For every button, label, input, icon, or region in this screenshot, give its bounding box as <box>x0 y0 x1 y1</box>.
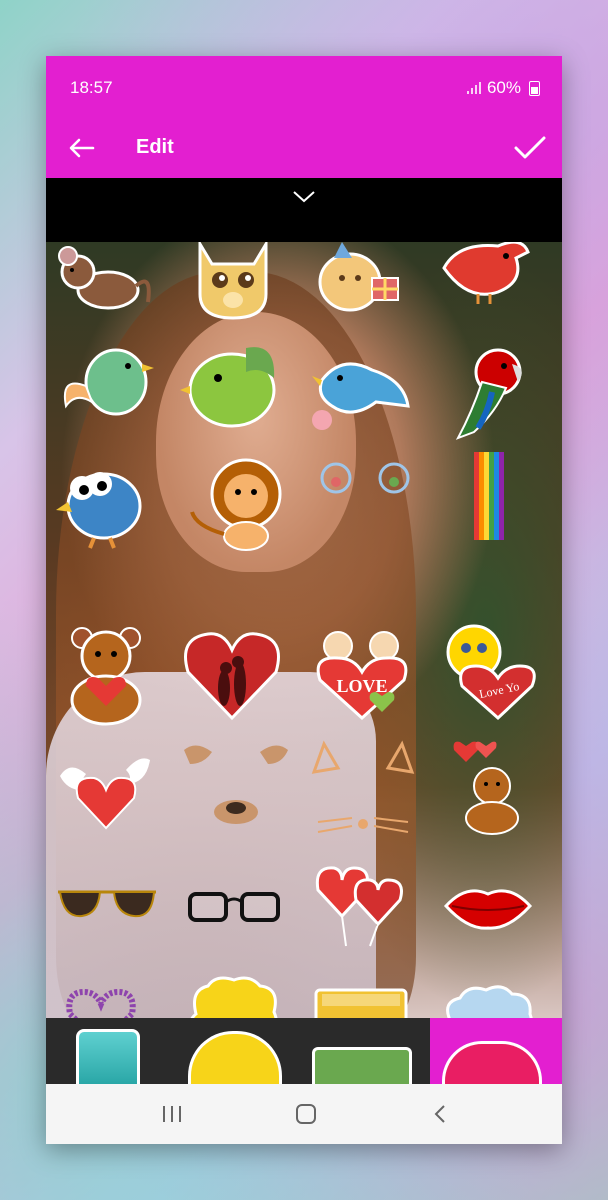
signal-icon <box>466 82 481 94</box>
blue-cartoon-bird-sticker[interactable] <box>54 454 154 550</box>
nav-back-button[interactable] <box>420 1100 460 1128</box>
strip-green-bubble[interactable] <box>312 1047 412 1084</box>
lion-sticker[interactable] <box>186 456 284 554</box>
lime-bird-sticker[interactable] <box>180 338 284 434</box>
eyeglasses-sticker[interactable] <box>186 888 282 928</box>
dog-ears-nose-sticker[interactable] <box>178 742 294 832</box>
back-button[interactable] <box>64 130 100 166</box>
recent-apps-button[interactable] <box>152 1100 192 1128</box>
yellow-comic-bubble-sticker[interactable] <box>186 974 282 1018</box>
yellow-speech-box-sticker[interactable] <box>312 986 410 1018</box>
cat-sticker[interactable] <box>192 242 274 322</box>
phone-screen: 18:57 60% Edit LOVE Love Yo <box>46 56 562 1144</box>
strip-selected-tab[interactable] <box>430 1018 562 1084</box>
back-chevron-icon <box>434 1105 445 1123</box>
emoji-love-heart-sticker[interactable]: Love Yo <box>442 624 536 721</box>
strip-teal-bubble[interactable] <box>76 1029 140 1084</box>
system-nav-bar <box>46 1084 562 1144</box>
status-bar: 18:57 60% <box>46 56 562 118</box>
collapse-panel-bar[interactable] <box>46 178 562 242</box>
teddy-bear-heart-sticker[interactable] <box>62 626 150 726</box>
strip-yellow-bubble[interactable] <box>188 1031 282 1084</box>
heart-couple-sticker[interactable] <box>182 628 282 722</box>
birthday-cat-sticker[interactable] <box>312 242 404 316</box>
page-title: Edit <box>136 136 174 158</box>
home-icon <box>296 1104 316 1124</box>
heart-balloons-sticker[interactable] <box>312 862 410 948</box>
sparkle-ring-sticker[interactable] <box>316 458 356 498</box>
status-time: 18:57 <box>70 78 113 97</box>
recent-apps-icon <box>163 1106 181 1122</box>
home-button[interactable] <box>286 1100 326 1128</box>
toolbar: Edit <box>46 118 562 178</box>
rainbow-sticker[interactable] <box>468 448 510 546</box>
battery-icon <box>529 80 540 96</box>
sunglasses-sticker[interactable] <box>54 884 160 928</box>
battery-percent: 60% <box>486 78 521 97</box>
blue-cloud-bubble-sticker[interactable] <box>440 982 536 1018</box>
arrow-left-icon <box>69 138 95 158</box>
status-indicators: 60% <box>466 78 540 98</box>
confirm-button[interactable] <box>510 128 550 168</box>
cat-ears-whiskers-sticker[interactable] <box>308 740 418 848</box>
lips-sticker[interactable] <box>442 882 534 932</box>
checkmark-icon <box>514 136 546 159</box>
winged-heart-sticker[interactable] <box>56 754 154 830</box>
sticker-picker-strip <box>46 1018 562 1084</box>
red-bird-sticker[interactable] <box>438 242 532 308</box>
strip-pink-bubble <box>442 1041 542 1084</box>
love-kids-sticker[interactable]: LOVE <box>312 626 412 721</box>
chevron-down-icon[interactable] <box>292 190 316 204</box>
green-peacock-bird-sticker[interactable] <box>56 336 156 432</box>
teddy-balloons-sticker[interactable] <box>444 738 534 835</box>
mouse-sticker[interactable] <box>56 242 156 322</box>
parrot-sticker[interactable] <box>452 342 532 442</box>
svg-text:LOVE: LOVE <box>336 676 387 696</box>
blue-bird-sticker[interactable] <box>312 350 412 434</box>
glitter-heart-sticker[interactable] <box>64 988 138 1018</box>
photo-canvas[interactable]: LOVE Love Yo <box>46 242 562 1018</box>
sparkle-ring-sticker-2[interactable] <box>374 458 414 498</box>
